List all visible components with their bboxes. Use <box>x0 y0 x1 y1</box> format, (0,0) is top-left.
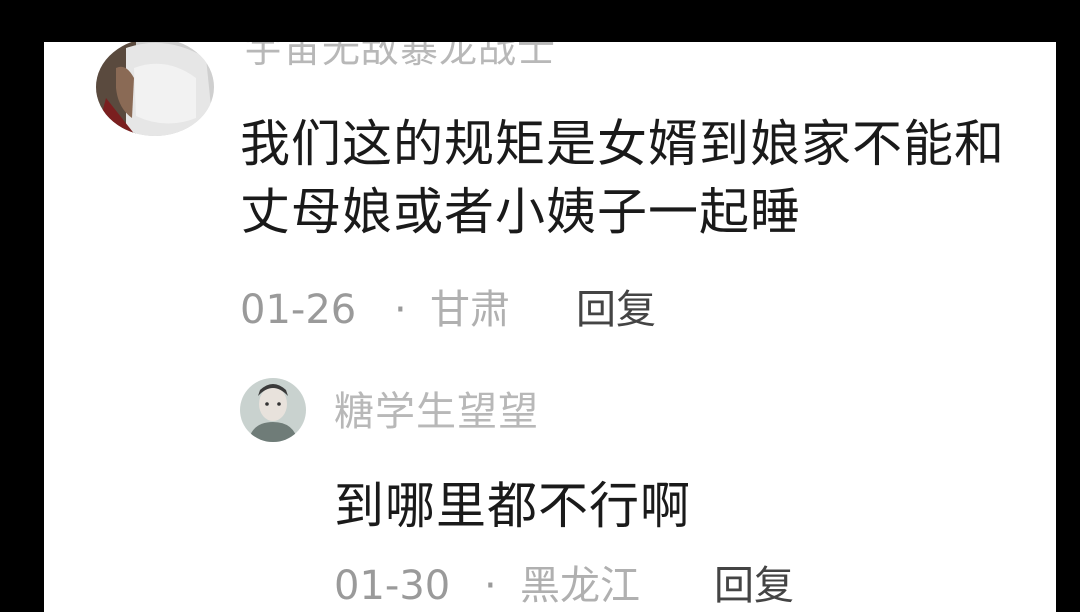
meta-separator: · <box>394 287 407 333</box>
person-portrait-avatar-icon[interactable] <box>240 378 306 442</box>
masked-person-avatar-icon[interactable] <box>96 42 214 136</box>
comment-location: 甘肃 <box>430 287 510 333</box>
reply-date: 01-30 <box>334 563 451 609</box>
meta-separator: · <box>484 563 497 609</box>
comment-text: 我们这的规矩是女婿到娘家不能和丈母娘或者小姨子一起睡 <box>240 115 1005 241</box>
reply-button[interactable]: 回复 <box>576 290 656 330</box>
comment-panel: 宇宙无敌暴龙战士 我们这的规矩是女婿到娘家不能和丈母娘或者小姨子一起睡 01-2… <box>44 42 1056 612</box>
reply-button[interactable]: 回复 <box>714 566 794 606</box>
comment-date: 01-26 <box>240 287 357 333</box>
comment-username[interactable]: 宇宙无敌暴龙战士 <box>244 42 556 68</box>
reply-text: 到哪里都不行啊 <box>334 477 691 535</box>
reply-username[interactable]: 糖学生望望 <box>334 392 539 432</box>
reply-location: 黑龙江 <box>520 563 640 609</box>
